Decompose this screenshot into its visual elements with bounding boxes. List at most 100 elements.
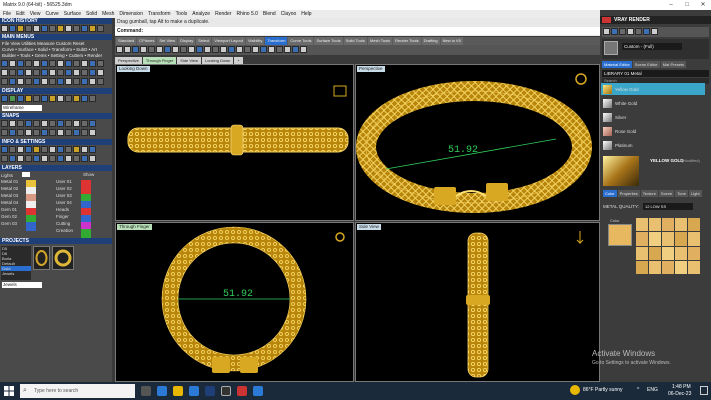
icon-history-header[interactable]: ICON HISTORY: [0, 18, 112, 24]
material-item[interactable]: Rose Gold: [601, 125, 705, 137]
project-thumbnail[interactable]: [33, 246, 50, 270]
info-icon[interactable]: [41, 146, 48, 153]
tray-chevron-icon[interactable]: ^: [637, 387, 639, 393]
history-tool-icon[interactable]: [49, 25, 56, 32]
history-tool-icon[interactable]: [73, 25, 80, 32]
snap-icon[interactable]: [81, 120, 88, 127]
snap-icon[interactable]: [25, 129, 32, 136]
history-tool-icon[interactable]: [57, 25, 64, 32]
mirror-icon[interactable]: [148, 46, 155, 53]
toolbar-tab[interactable]: Visibility: [245, 37, 265, 45]
metal-color-swatch[interactable]: [608, 224, 632, 246]
layers-header[interactable]: LAYERS: [0, 165, 112, 171]
gem-swatch-icon[interactable]: [649, 246, 661, 260]
info-icon[interactable]: [65, 155, 72, 162]
material-preview[interactable]: [603, 156, 639, 186]
subtab[interactable]: Tone: [675, 190, 688, 197]
viewport-tab-active[interactable]: Through Finger: [142, 57, 177, 64]
store-icon[interactable]: [189, 386, 199, 396]
tool-icon[interactable]: [17, 69, 24, 76]
main-menu-row2[interactable]: Curve • Surface • Solid • Transform • Su…: [2, 47, 97, 52]
menu-analyze[interactable]: Analyze: [192, 11, 210, 17]
rhino-icon[interactable]: [221, 386, 231, 396]
frame-buffer-icon[interactable]: [619, 28, 626, 35]
menu-transform[interactable]: Transform: [148, 11, 171, 17]
layer-color-swatch[interactable]: [26, 222, 36, 231]
tool-icon[interactable]: [41, 60, 48, 67]
snap-icon[interactable]: [57, 129, 64, 136]
snap-icon[interactable]: [25, 120, 32, 127]
weather-icon[interactable]: [570, 385, 580, 395]
vray-icon[interactable]: [237, 386, 247, 396]
info-icon[interactable]: [81, 155, 88, 162]
windows-start-icon[interactable]: [4, 386, 14, 396]
gem-swatch-icon[interactable]: [636, 232, 648, 246]
minimize-icon[interactable]: –: [663, 0, 679, 10]
info-icon[interactable]: [17, 155, 24, 162]
menu-solid[interactable]: Solid: [86, 11, 97, 17]
info-icon[interactable]: [25, 155, 32, 162]
snaps-header[interactable]: SNAPS: [0, 113, 112, 119]
menu-edit[interactable]: Edit: [16, 11, 25, 17]
tool-icon[interactable]: [236, 46, 243, 53]
history-tool-icon[interactable]: [17, 25, 24, 32]
subtab[interactable]: Scene: [658, 190, 675, 197]
history-tool-icon[interactable]: [81, 25, 88, 32]
move-icon[interactable]: [116, 46, 123, 53]
tool-icon[interactable]: [97, 60, 104, 67]
layer-row[interactable]: Metal 01 User 01: [1, 179, 111, 185]
tool-icon[interactable]: [25, 69, 32, 76]
history-tool-icon[interactable]: [65, 25, 72, 32]
snap-icon[interactable]: [33, 129, 40, 136]
toolbar-tab[interactable]: Viewport Layout: [212, 37, 245, 45]
toolbar-tab[interactable]: Drafting: [421, 37, 440, 45]
main-menus-header[interactable]: MAIN MENUS: [0, 34, 112, 40]
tool-icon[interactable]: [9, 60, 16, 67]
project-list[interactable]: D5 D6 Borla Default Gold Jewels: [1, 246, 31, 280]
menu-dimension[interactable]: Dimension: [119, 11, 143, 17]
info-icon[interactable]: [81, 146, 88, 153]
gem-swatch-icon[interactable]: [636, 260, 648, 274]
tool-icon[interactable]: [1, 69, 8, 76]
snap-icon[interactable]: [89, 120, 96, 127]
tool-icon[interactable]: [57, 78, 64, 85]
history-tool-icon[interactable]: [9, 25, 16, 32]
tool-icon[interactable]: [268, 46, 275, 53]
task-view-icon[interactable]: [141, 386, 151, 396]
edge-icon[interactable]: [157, 386, 167, 396]
tool-icon[interactable]: [97, 78, 104, 85]
matrix-icon[interactable]: [253, 386, 263, 396]
history-tool-icon[interactable]: [1, 25, 8, 32]
tool-icon[interactable]: [244, 46, 251, 53]
tool-icon[interactable]: [41, 78, 48, 85]
weather-text[interactable]: 86°F Partly sunny: [583, 387, 623, 393]
layer-row[interactable]: Gem 02 Finger: [1, 214, 111, 220]
tool-icon[interactable]: [73, 60, 80, 67]
menu-curve[interactable]: Curve: [45, 11, 58, 17]
tool-icon[interactable]: [17, 60, 24, 67]
subtab[interactable]: Color: [603, 190, 617, 197]
viewport-tab[interactable]: Perspective: [115, 57, 142, 64]
info-icon[interactable]: [89, 155, 96, 162]
tab-scene-editor[interactable]: Scene Editor: [632, 61, 660, 68]
tool-icon[interactable]: [65, 69, 72, 76]
project-item[interactable]: Jewels: [1, 271, 31, 276]
align-icon[interactable]: [212, 46, 219, 53]
gem-swatch-icon[interactable]: [636, 246, 648, 260]
info-icon[interactable]: [57, 155, 64, 162]
display-icon[interactable]: [25, 95, 32, 102]
history-tool-icon[interactable]: [33, 25, 40, 32]
gem-swatch-icon[interactable]: [675, 260, 687, 274]
layer-row[interactable]: Gem 01 Heads: [1, 207, 111, 213]
toolbar-tab[interactable]: New in V5: [440, 37, 463, 45]
gem-swatch-icon[interactable]: [662, 232, 674, 246]
display-header[interactable]: DISPLAY: [0, 88, 112, 94]
toolbar-tab[interactable]: Curve Tools: [288, 37, 314, 45]
info-icon[interactable]: [49, 146, 56, 153]
gem-swatch-icon[interactable]: [649, 260, 661, 274]
history-tool-icon[interactable]: [97, 25, 104, 32]
display-icon[interactable]: [65, 95, 72, 102]
tool-icon[interactable]: [73, 69, 80, 76]
tab-mat-presets[interactable]: Mat Presets: [660, 61, 687, 68]
snap-icon[interactable]: [17, 120, 24, 127]
